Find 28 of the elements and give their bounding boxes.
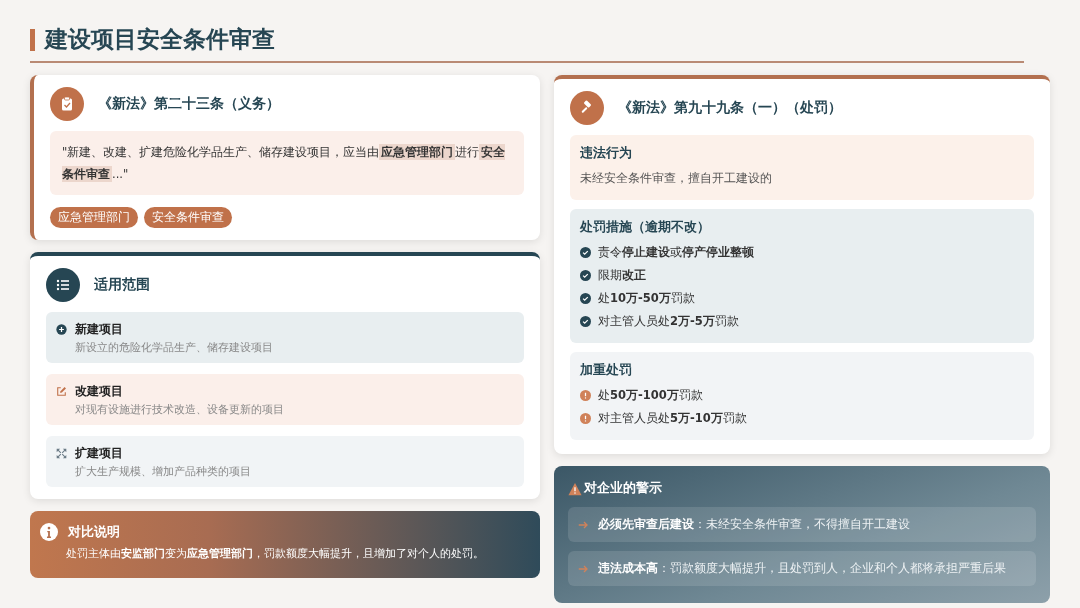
section-text: 责令停止建设或停产停业整顿 [598, 244, 754, 261]
card-heading: 适用范围 [94, 276, 150, 294]
card-heading: 《新法》第二十三条（义务） [98, 95, 280, 113]
item-description: 对现有设施进行技术改造、设备更新的项目 [75, 402, 284, 417]
section-heading: 违法行为 [580, 145, 633, 162]
warning-heading: 对企业的警示 [584, 480, 662, 497]
section-heading: 处罚措施（逾期不改） [580, 219, 711, 236]
banner-text: 处罚主体由安监部门变为应急管理部门，罚款额度大幅提升，且增加了对个人的处罚。 [66, 547, 485, 561]
section-text: 处50万-100万罚款 [598, 387, 703, 404]
section-heading: 加重处罚 [580, 362, 633, 379]
section-text: 限期改正 [598, 267, 646, 284]
card-heading: 《新法》第九十九条（一）（处罚） [618, 99, 842, 117]
banner-heading: 对比说明 [68, 523, 120, 541]
item-title: 改建项目 [75, 383, 124, 400]
keyword-tag: 安全条件审查 [144, 207, 232, 228]
item-description: 新设立的危险化学品生产、储存建设项目 [75, 340, 273, 355]
warning-text: 违法成本高：罚款额度大幅提升，且处罚到人，企业和个人都将承担严重后果 [598, 561, 1006, 576]
item-title: 扩建项目 [75, 445, 124, 462]
quote-text: "新建、改建、扩建危险化学品生产、储存建设项目，应当由应急管理部门进行安全条件审查..." [50, 131, 524, 195]
warning-text: 必须先审查后建设：未经安全条件审查，不得擅自开工建设 [598, 517, 910, 532]
section-text: 未经安全条件审查，擅自开工建设的 [580, 170, 772, 187]
item-title: 新建项目 [75, 321, 124, 338]
item-description: 扩大生产规模、增加产品种类的项目 [75, 464, 251, 479]
section-text: 对主管人员处5万-10万罚款 [598, 410, 747, 427]
section-text: 对主管人员处2万-5万罚款 [598, 313, 739, 330]
keyword-tag: 应急管理部门 [50, 207, 138, 228]
page-title: 建设项目安全条件审查 [45, 25, 275, 54]
section-text: 处10万-50万罚款 [598, 290, 695, 307]
